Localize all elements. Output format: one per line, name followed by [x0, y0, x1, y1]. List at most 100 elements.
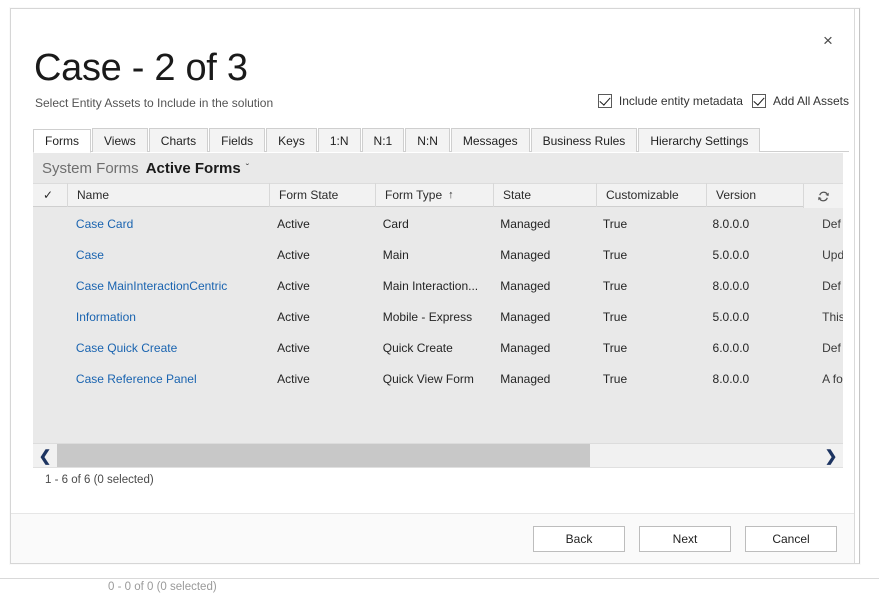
column-header-version[interactable]: Version — [706, 183, 816, 207]
grid-rows: Case Card Active Card Managed True 8.0.0… — [33, 208, 843, 443]
grid-view-label[interactable]: Active Forms — [146, 160, 241, 177]
cell-version: 8.0.0.0 — [704, 363, 814, 394]
horizontal-scrollbar[interactable]: ❮ ❯ — [33, 443, 843, 467]
option-include-entity-metadata[interactable]: Include entity metadata — [598, 94, 743, 108]
tab-views[interactable]: Views — [92, 128, 148, 152]
tab-n-n[interactable]: N:N — [405, 128, 450, 152]
tab-hierarchy-settings[interactable]: Hierarchy Settings — [638, 128, 760, 152]
cell-name[interactable]: Case MainInteractionCentric — [67, 270, 268, 301]
background-status-text: 0 - 0 of 0 (0 selected) — [108, 581, 217, 594]
table-row[interactable]: Case Card Active Card Managed True 8.0.0… — [33, 208, 843, 239]
row-name-link[interactable]: Case Card — [76, 217, 133, 231]
grid-header-row: ✓ Name Form State Form Type ↑ State Cust… — [33, 183, 843, 207]
table-row[interactable]: Case Reference Panel Active Quick View F… — [33, 363, 843, 394]
cell-state: Managed — [491, 239, 594, 270]
cell-customizable: True — [594, 270, 704, 301]
tab-forms[interactable]: Forms — [33, 129, 91, 153]
scroll-right-icon[interactable]: ❯ — [819, 444, 843, 467]
checkbox-add-all-assets[interactable] — [752, 94, 766, 108]
grid-scope-label: System Forms — [42, 160, 139, 177]
cell-version: 8.0.0.0 — [704, 208, 814, 239]
dialog-right-edge — [854, 9, 859, 564]
cell-state: Managed — [491, 208, 594, 239]
cell-name[interactable]: Information — [67, 301, 268, 332]
row-name-link[interactable]: Information — [76, 310, 136, 324]
column-header-label: Customizable — [606, 188, 679, 202]
row-name-link[interactable]: Case MainInteractionCentric — [76, 279, 227, 293]
tab-1-n[interactable]: 1:N — [318, 128, 361, 152]
cell-name[interactable]: Case Card — [67, 208, 268, 239]
cell-state: Managed — [491, 301, 594, 332]
scrollbar-thumb[interactable] — [57, 444, 590, 467]
cell-name[interactable]: Case — [67, 239, 268, 270]
tab-messages[interactable]: Messages — [451, 128, 530, 152]
table-row[interactable]: Case Active Main Managed True 5.0.0.0 Up… — [33, 239, 843, 270]
select-all-checkmark-icon[interactable]: ✓ — [33, 183, 67, 207]
column-header-label: Version — [716, 188, 756, 202]
row-name-link[interactable]: Case — [76, 248, 104, 262]
cell-version: 8.0.0.0 — [704, 270, 814, 301]
cell-form-state: Active — [268, 239, 374, 270]
cell-description: Def — [813, 208, 843, 239]
next-button[interactable]: Next — [639, 526, 731, 552]
cell-version: 6.0.0.0 — [704, 332, 814, 363]
cell-customizable: True — [594, 301, 704, 332]
cell-customizable: True — [594, 332, 704, 363]
cell-customizable: True — [594, 363, 704, 394]
cell-name[interactable]: Case Reference Panel — [67, 363, 268, 394]
row-name-link[interactable]: Case Reference Panel — [76, 372, 197, 386]
cell-customizable: True — [594, 239, 704, 270]
tab-fields[interactable]: Fields — [209, 128, 265, 152]
cell-version: 5.0.0.0 — [704, 301, 814, 332]
cell-description: A fo — [813, 363, 843, 394]
table-row[interactable]: Case MainInteractionCentric Active Main … — [33, 270, 843, 301]
tab-charts[interactable]: Charts — [149, 128, 208, 152]
scrollbar-track[interactable] — [57, 444, 819, 467]
close-icon[interactable]: × — [811, 23, 845, 57]
column-header-state[interactable]: State — [493, 183, 596, 207]
column-header-name[interactable]: Name — [67, 183, 269, 207]
cell-state: Managed — [491, 332, 594, 363]
record-count-label: 1 - 6 of 6 (0 selected) — [45, 474, 154, 486]
table-row[interactable]: Case Quick Create Active Quick Create Ma… — [33, 332, 843, 363]
page-subtitle: Select Entity Assets to Include in the s… — [35, 96, 273, 110]
column-header-label: Name — [77, 188, 109, 202]
forms-grid: System Forms Active Forms ˇ ✓ Name Form … — [33, 153, 843, 491]
scroll-left-icon[interactable]: ❮ — [33, 444, 57, 467]
cell-form-state: Active — [268, 301, 374, 332]
row-name-link[interactable]: Case Quick Create — [76, 341, 177, 355]
tab-business-rules[interactable]: Business Rules — [531, 128, 638, 152]
cell-form-state: Active — [268, 363, 374, 394]
cell-form-type: Main — [374, 239, 492, 270]
cell-description: This — [813, 301, 843, 332]
cell-form-type: Quick Create — [374, 332, 492, 363]
column-header-label: State — [503, 188, 531, 202]
screen: 0 - 0 of 0 (0 selected) × Case - 2 of 3 … — [0, 0, 879, 594]
chevron-down-icon[interactable]: ˇ — [246, 163, 249, 174]
column-header-form-type[interactable]: Form Type ↑ — [375, 183, 493, 207]
sort-ascending-icon: ↑ — [448, 189, 454, 201]
cell-name[interactable]: Case Quick Create — [67, 332, 268, 363]
cell-state: Managed — [491, 270, 594, 301]
cell-form-state: Active — [268, 270, 374, 301]
option-label: Add All Assets — [773, 94, 849, 108]
cell-description: Def — [813, 332, 843, 363]
options-group: Include entity metadata Add All Assets — [598, 94, 849, 108]
column-header-customizable[interactable]: Customizable — [596, 183, 706, 207]
cell-form-type: Quick View Form — [374, 363, 492, 394]
tab-n-1[interactable]: N:1 — [362, 128, 405, 152]
option-add-all-assets[interactable]: Add All Assets — [752, 94, 849, 108]
table-row[interactable]: Information Active Mobile - Express Mana… — [33, 301, 843, 332]
refresh-icon[interactable] — [803, 184, 843, 208]
column-header-form-state[interactable]: Form State — [269, 183, 375, 207]
cell-description: Upd — [813, 239, 843, 270]
tab-keys[interactable]: Keys — [266, 128, 317, 152]
cell-form-state: Active — [268, 332, 374, 363]
cancel-button[interactable]: Cancel — [745, 526, 837, 552]
dialog-footer: Back Next Cancel — [11, 513, 859, 563]
cell-form-type: Mobile - Express — [374, 301, 492, 332]
checkbox-include-entity-metadata[interactable] — [598, 94, 612, 108]
cell-form-type: Card — [374, 208, 492, 239]
column-header-label: Form State — [279, 188, 338, 202]
back-button[interactable]: Back — [533, 526, 625, 552]
